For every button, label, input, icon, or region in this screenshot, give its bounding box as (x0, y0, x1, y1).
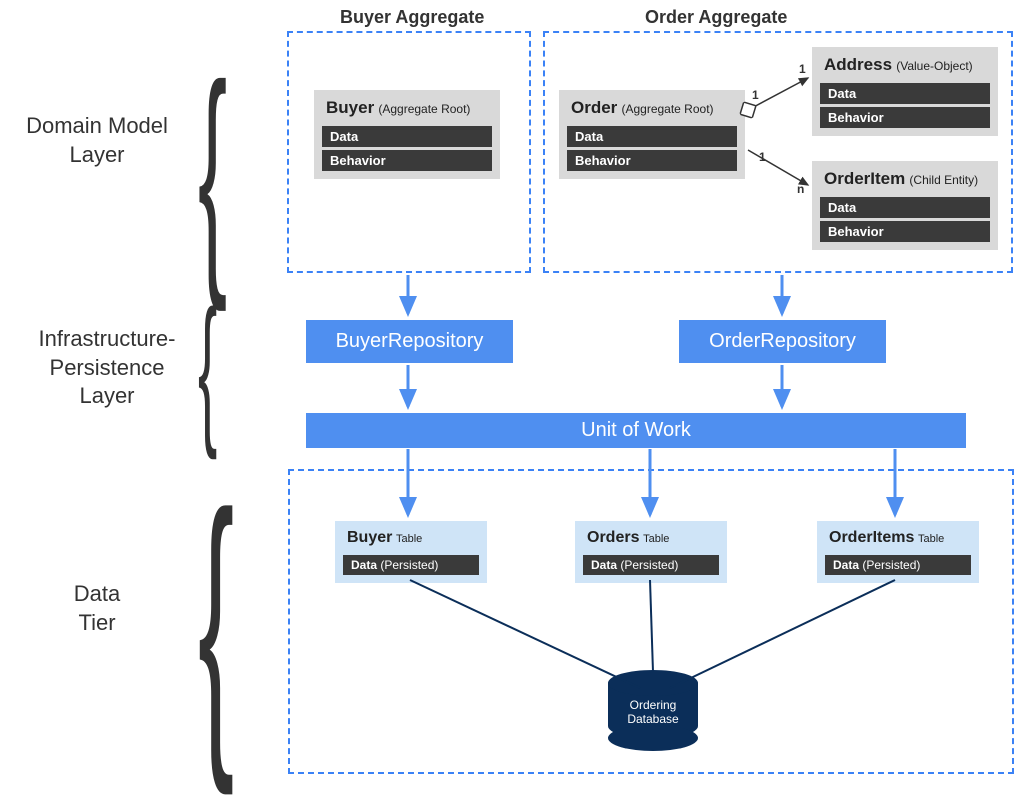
database-label: OrderingDatabase (608, 698, 698, 727)
card-orderitem-n: n (797, 182, 804, 196)
layer-label-infra: Infrastructure-PersistenceLayer (12, 325, 202, 411)
table-buyer-title: Buyer Table (343, 527, 479, 552)
entity-address: Address (Value-Object) Data Behavior (812, 47, 998, 136)
entity-order: Order (Aggregate Root) Data Behavior (559, 90, 745, 179)
buyer-repository: BuyerRepository (306, 320, 513, 363)
entity-orderitem-behavior: Behavior (820, 221, 990, 242)
table-orderitems-data: Data (Persisted) (825, 555, 971, 575)
table-orders: Orders Table Data (Persisted) (575, 521, 727, 583)
entity-order-data: Data (567, 126, 737, 147)
entity-orderitem-data: Data (820, 197, 990, 218)
entity-address-behavior: Behavior (820, 107, 990, 128)
table-buyer-data: Data (Persisted) (343, 555, 479, 575)
entity-buyer-data: Data (322, 126, 492, 147)
order-aggregate-title: Order Aggregate (645, 7, 787, 28)
entity-order-title: Order (Aggregate Root) (567, 96, 737, 123)
card-order-to-address-1: 1 (752, 88, 759, 102)
entity-order-behavior: Behavior (567, 150, 737, 171)
brace-domain: { (198, 48, 227, 298)
layer-label-domain: Domain ModelLayer (12, 112, 182, 169)
brace-data: { (198, 468, 234, 778)
card-address-1: 1 (799, 62, 806, 76)
table-orderitems: OrderItems Table Data (Persisted) (817, 521, 979, 583)
table-buyer: Buyer Table Data (Persisted) (335, 521, 487, 583)
buyer-aggregate-title: Buyer Aggregate (340, 7, 484, 28)
card-order-to-item-1: 1 (759, 150, 766, 164)
entity-orderitem-title: OrderItem (Child Entity) (820, 167, 990, 194)
entity-address-data: Data (820, 83, 990, 104)
brace-infra: { (198, 286, 217, 451)
unit-of-work: Unit of Work (306, 413, 966, 448)
entity-buyer: Buyer (Aggregate Root) Data Behavior (314, 90, 500, 179)
table-orders-title: Orders Table (583, 527, 719, 552)
entity-buyer-title: Buyer (Aggregate Root) (322, 96, 492, 123)
table-orders-data: Data (Persisted) (583, 555, 719, 575)
order-repository: OrderRepository (679, 320, 886, 363)
entity-address-title: Address (Value-Object) (820, 53, 990, 80)
table-orderitems-title: OrderItems Table (825, 527, 971, 552)
entity-buyer-behavior: Behavior (322, 150, 492, 171)
entity-orderitem: OrderItem (Child Entity) Data Behavior (812, 161, 998, 250)
layer-label-data: DataTier (12, 580, 182, 637)
